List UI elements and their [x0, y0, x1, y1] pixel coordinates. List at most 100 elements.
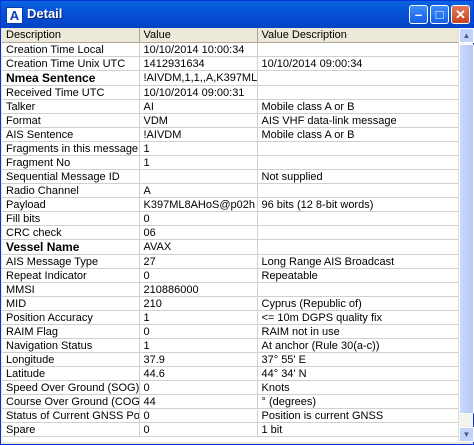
scroll-down-button[interactable]: ▼ — [459, 427, 474, 442]
table-row[interactable]: Creation Time Local 10/10/2014 10:00:34 — [2, 42, 458, 57]
cell-description: Talker — [2, 99, 140, 114]
table-row[interactable]: MID 210 Cyprus (Republic of) — [2, 296, 458, 311]
cell-description: Fragments in this message — [2, 141, 140, 156]
table-row[interactable]: MMSI 210886000 — [2, 282, 458, 297]
arrow-up-icon: ▲ — [462, 31, 471, 40]
cell-value: 1 — [139, 310, 258, 325]
maximize-icon: □ — [435, 7, 444, 22]
table-row[interactable]: Navigation Status 1 At anchor (Rule 30(a-c… — [2, 338, 458, 353]
cell-value-description: 1 bit — [257, 422, 458, 437]
cell-value: 210 — [139, 296, 258, 311]
table-row[interactable]: Payload K397ML8AHoS@p02h 96 bits (12 8-bit… — [2, 197, 458, 212]
cell-value: 1412931634 — [139, 56, 258, 71]
cell-description: Repeat Indicator — [2, 268, 140, 283]
table-row[interactable]: Spare 0 1 bit — [2, 422, 458, 437]
cell-description: Fill bits — [2, 211, 140, 226]
cell-description: MMSI — [2, 282, 140, 297]
column-header-value[interactable]: Value — [139, 28, 258, 43]
cell-value: VDM — [139, 113, 258, 128]
table-row[interactable]: AIS Sentence !AIVDM Mobile class A or B — [2, 127, 458, 142]
cell-value: 37.9 — [139, 352, 258, 367]
close-button[interactable]: ✕ — [451, 5, 470, 24]
cell-value: 10/10/2014 09:00:31 — [139, 85, 258, 100]
cell-description: RAIM Flag — [2, 324, 140, 339]
cell-description: Position Accuracy — [2, 310, 140, 325]
cell-value: 1 — [139, 141, 258, 156]
cell-value: 0 — [139, 408, 258, 423]
cell-value: 0 — [139, 422, 258, 437]
cell-description: Latitude — [2, 366, 140, 381]
table-row[interactable]: Creation Time Unix UTC 1412931634 10/10/20… — [2, 56, 458, 71]
table-row[interactable]: Fragments in this message 1 — [2, 141, 458, 156]
cell-value-description — [257, 155, 458, 170]
cell-value-description: Cyprus (Republic of) — [257, 296, 458, 311]
scroll-thumb[interactable] — [459, 44, 474, 414]
column-header-value-description[interactable]: Value Description — [257, 28, 458, 43]
cell-description: Creation Time Local — [2, 42, 140, 57]
cell-value-description: 44° 34' N — [257, 366, 458, 381]
cell-description: Vessel Name — [2, 239, 140, 255]
table-row[interactable]: Latitude 44.6 44° 34' N — [2, 366, 458, 381]
table-row[interactable]: Fill bits 0 — [2, 211, 458, 226]
detail-window: A Detail – □ ✕ Description Value Value D… — [0, 0, 474, 445]
maximize-button[interactable]: □ — [430, 5, 449, 24]
table-row[interactable]: Received Time UTC 10/10/2014 09:00:31 — [2, 85, 458, 100]
cell-description: Received Time UTC — [2, 85, 140, 100]
cell-description: Sequential Message ID — [2, 169, 140, 184]
cell-value: K397ML8AHoS@p02h — [139, 197, 258, 212]
cell-value: !AIVDM — [139, 127, 258, 142]
cell-value-description: Mobile class A or B — [257, 99, 458, 114]
cell-description: Radio Channel — [2, 183, 140, 198]
table-row[interactable]: Fragment No 1 — [2, 155, 458, 170]
close-icon: ✕ — [455, 7, 466, 22]
detail-table: Description Value Value Description Crea… — [2, 28, 458, 437]
arrow-down-icon: ▼ — [462, 430, 471, 439]
minimize-button[interactable]: – — [409, 5, 428, 24]
table-row[interactable]: Status of Current GNSS Positio0Position … — [2, 408, 458, 423]
detail-grid[interactable]: Description Value Value Description Crea… — [2, 28, 458, 442]
column-header-description[interactable]: Description — [2, 28, 140, 43]
cell-description: Longitude — [2, 352, 140, 367]
table-row[interactable]: Repeat Indicator 0 Repeatable — [2, 268, 458, 283]
app-icon: A — [6, 7, 23, 24]
cell-value-description: RAIM not in use — [257, 324, 458, 339]
cell-value: 210886000 — [139, 282, 258, 297]
cell-description: Fragment No — [2, 155, 140, 170]
table-row[interactable]: Position Accuracy 1 <= 10m DGPS quality fi… — [2, 310, 458, 325]
cell-description: Spare — [2, 422, 140, 437]
cell-description: AIS Message Type — [2, 254, 140, 269]
table-row[interactable]: Nmea Sentence!AIVDM,1,1,,A,K397ML8Ał — [2, 70, 458, 86]
cell-value-description — [257, 225, 458, 240]
title-bar[interactable]: A Detail – □ ✕ — [1, 1, 473, 28]
table-row[interactable]: Format VDM AIS VHF data-link message — [2, 113, 458, 128]
table-row[interactable]: AIS Message Type 27 Long Range AIS Broadca… — [2, 254, 458, 269]
cell-value — [139, 169, 258, 184]
cell-value: 0 — [139, 268, 258, 283]
cell-description: Status of Current GNSS Positio — [2, 408, 140, 423]
vertical-scrollbar[interactable]: ▲ ▼ — [458, 28, 474, 442]
cell-value-description: 96 bits (12 8-bit words) — [257, 197, 458, 212]
minimize-icon: – — [414, 7, 423, 22]
window-title: Detail — [27, 6, 63, 21]
table-row[interactable]: CRC check 06 — [2, 225, 458, 240]
cell-value-description: 37° 55' E — [257, 352, 458, 367]
cell-value-description — [257, 85, 458, 100]
cell-description: Navigation Status — [2, 338, 140, 353]
cell-value: AVAX — [139, 239, 258, 255]
table-row[interactable]: Longitude 37.9 37° 55' E — [2, 352, 458, 367]
scroll-up-button[interactable]: ▲ — [459, 28, 474, 43]
cell-value-description: 10/10/2014 09:00:34 — [257, 56, 458, 71]
table-row[interactable]: Sequential Message ID Not supplied — [2, 169, 458, 184]
cell-value-description: Repeatable — [257, 268, 458, 283]
table-row[interactable]: Talker AI Mobile class A or B — [2, 99, 458, 114]
table-row[interactable]: Radio Channel A — [2, 183, 458, 198]
cell-value: 10/10/2014 10:00:34 — [139, 42, 258, 57]
table-row[interactable]: RAIM Flag 0 RAIM not in use — [2, 324, 458, 339]
table-row[interactable]: Vessel Name AVAX — [2, 239, 458, 255]
table-row[interactable]: Speed Over Ground (SOG) 0 Knots — [2, 380, 458, 395]
cell-description: Nmea Sentence — [2, 70, 140, 86]
table-row[interactable]: Course Over Ground (COG) 44 ° (degrees) — [2, 394, 458, 409]
cell-value-description: ° (degrees) — [257, 394, 458, 409]
cell-description: Creation Time Unix UTC — [2, 56, 140, 71]
cell-value: 27 — [139, 254, 258, 269]
